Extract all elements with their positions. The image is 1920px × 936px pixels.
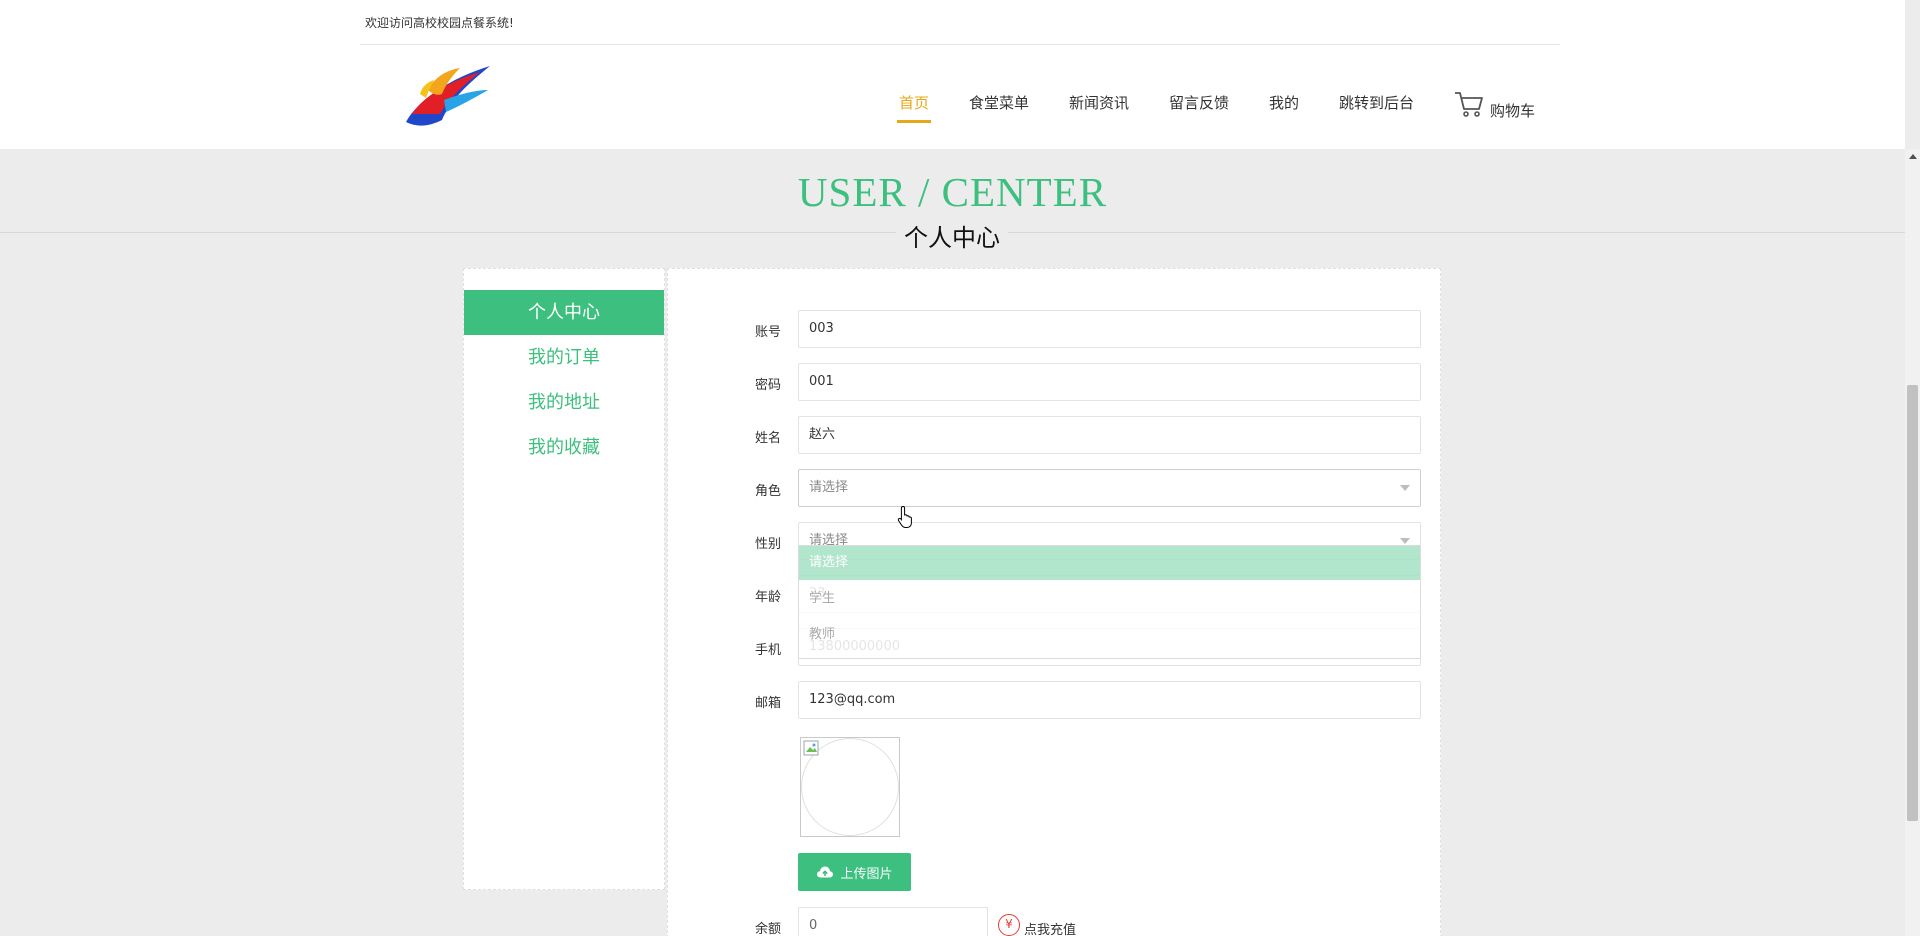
welcome-text: 欢迎访问高校校园点餐系统! bbox=[365, 16, 514, 30]
avatar bbox=[800, 737, 900, 837]
page-title-cn: 个人中心 bbox=[896, 218, 1008, 253]
dropdown-option[interactable]: 请选择 bbox=[799, 546, 1420, 580]
yuan-icon: ¥ bbox=[998, 914, 1020, 936]
email-label: 邮箱 bbox=[755, 696, 782, 711]
dropdown-option[interactable]: 学生 bbox=[799, 582, 1420, 616]
chevron-down-icon bbox=[1400, 538, 1410, 544]
sidebar-item-profile[interactable]: 个人中心 bbox=[464, 290, 664, 335]
cloud-upload-icon bbox=[817, 866, 834, 878]
user-sidebar: 个人中心 我的订单 我的地址 我的收藏 bbox=[463, 268, 665, 890]
role-dropdown: 请选择 学生 教师 bbox=[798, 545, 1421, 659]
gender-label: 性别 bbox=[755, 537, 782, 552]
nav-feedback[interactable]: 留言反馈 bbox=[1169, 92, 1229, 124]
email-input[interactable]: 123@qq.com bbox=[798, 681, 1421, 719]
role-select[interactable]: 请选择 bbox=[798, 469, 1421, 507]
scroll-up-arrow-icon[interactable] bbox=[1909, 154, 1917, 159]
balance-label: 余额 bbox=[755, 922, 782, 936]
upload-button-label: 上传图片 bbox=[840, 866, 893, 882]
cart-icon bbox=[1455, 92, 1483, 117]
recharge-label: 点我充值 bbox=[1024, 923, 1077, 936]
account-input[interactable]: 003 bbox=[798, 310, 1421, 348]
header-divider bbox=[360, 44, 1560, 45]
nav-mine[interactable]: 我的 bbox=[1269, 92, 1299, 124]
broken-image-icon bbox=[803, 740, 819, 756]
dropdown-option[interactable]: 教师 bbox=[799, 618, 1420, 652]
password-label: 密码 bbox=[755, 378, 782, 393]
name-input[interactable]: 赵六 bbox=[798, 416, 1421, 454]
sidebar-item-address[interactable]: 我的地址 bbox=[464, 380, 664, 425]
name-label: 姓名 bbox=[755, 431, 782, 446]
phone-label: 手机 bbox=[755, 643, 782, 658]
nav-home[interactable]: 首页 bbox=[896, 92, 932, 124]
nav-news[interactable]: 新闻资讯 bbox=[1069, 92, 1129, 124]
page-title-en: USER / CENTER bbox=[797, 169, 1108, 215]
page-scrollbar[interactable] bbox=[1905, 149, 1920, 936]
chevron-down-icon bbox=[1400, 485, 1410, 491]
upload-image-button[interactable]: 上传图片 bbox=[798, 853, 911, 891]
scroll-thumb[interactable] bbox=[1907, 385, 1918, 821]
cart-label: 购物车 bbox=[1490, 102, 1536, 120]
role-select-value: 请选择 bbox=[809, 480, 849, 495]
password-input[interactable]: 001 bbox=[798, 363, 1421, 401]
profile-form: 账号 003 密码 001 姓名 赵六 角色 请选择 性别 请选择 年龄 23 … bbox=[667, 268, 1441, 936]
age-label: 年龄 bbox=[755, 590, 782, 605]
sidebar-item-favorites[interactable]: 我的收藏 bbox=[464, 425, 664, 470]
sidebar-item-orders[interactable]: 我的订单 bbox=[464, 335, 664, 380]
main-nav: 首页 食堂菜单 新闻资讯 留言反馈 我的 跳转到后台 bbox=[0, 92, 1905, 128]
nav-admin[interactable]: 跳转到后台 bbox=[1339, 92, 1414, 124]
balance-input: 0 bbox=[798, 907, 988, 936]
account-label: 账号 bbox=[755, 325, 782, 340]
site-header: 欢迎访问高校校园点餐系统! 首页 食堂菜单 新闻资讯 留言反馈 我的 跳转到后台… bbox=[0, 0, 1905, 149]
role-label: 角色 bbox=[755, 484, 782, 499]
nav-canteen-menu[interactable]: 食堂菜单 bbox=[969, 92, 1029, 124]
